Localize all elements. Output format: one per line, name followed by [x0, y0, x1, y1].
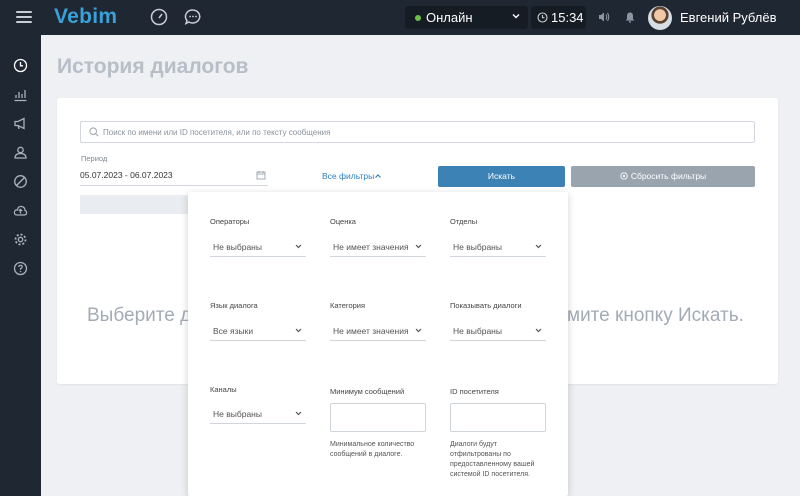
channels-select[interactable]: Не выбраны	[210, 404, 306, 424]
menu-icon[interactable]	[16, 11, 32, 23]
min-messages-input[interactable]	[330, 403, 426, 432]
page-title: История диалогов	[57, 55, 249, 78]
visitor-id-help: Диалоги будут отфильтрованы по предостав…	[450, 441, 535, 478]
empty-state-hint-end: мите кнопку Искать.	[567, 305, 744, 326]
min-messages-help: Минимальное количество сообщений в диало…	[330, 441, 415, 458]
timer-display[interactable]: 15:34	[531, 6, 586, 29]
period-date-range-field[interactable]: 05.07.2023 - 06.07.2023	[80, 166, 268, 186]
calendar-icon[interactable]	[256, 170, 266, 180]
search-button[interactable]: Искать	[438, 166, 565, 187]
bell-icon[interactable]	[624, 11, 636, 23]
help-icon[interactable]	[13, 261, 28, 276]
settings-gear-icon[interactable]	[13, 232, 28, 247]
rating-label: Оценка	[330, 217, 356, 226]
logo[interactable]: Vebim	[54, 5, 117, 29]
category-select[interactable]: Не имеет значения	[330, 321, 426, 341]
departments-label: Отделы	[450, 217, 478, 226]
users-icon[interactable]	[13, 145, 28, 160]
chevron-down-icon	[535, 244, 542, 249]
chat-bubble-icon[interactable]	[184, 8, 202, 26]
megaphone-icon[interactable]	[13, 116, 28, 131]
search-icon	[89, 127, 99, 137]
history-icon[interactable]	[13, 58, 28, 73]
search-input[interactable]	[103, 124, 743, 140]
chevron-down-icon	[295, 328, 302, 333]
empty-state-hint-start: Выберите ди	[87, 305, 202, 326]
cloud-upload-icon[interactable]	[13, 203, 28, 218]
all-filters-panel: Операторы Не выбраны Оценка Не имеет зна…	[188, 192, 568, 496]
channels-label: Каналы	[210, 385, 237, 394]
search-box[interactable]	[80, 121, 755, 143]
chevron-down-icon	[295, 244, 302, 249]
reset-filters-button[interactable]: Сбросить фильтры	[571, 166, 755, 187]
chevron-down-icon	[415, 244, 422, 249]
rating-select[interactable]: Не имеет значения	[330, 237, 426, 257]
placeholder-bar	[80, 195, 188, 214]
visitor-id-label: ID посетителя	[450, 387, 499, 396]
stats-chart-icon[interactable]	[13, 87, 28, 102]
visitor-id-input[interactable]	[450, 403, 546, 432]
chevron-down-icon	[415, 328, 422, 333]
online-dot	[415, 15, 421, 21]
chevron-up-icon	[375, 174, 381, 178]
status-select[interactable]: Онлайн	[405, 6, 528, 29]
sidebar	[0, 35, 41, 496]
operators-select[interactable]: Не выбраны	[210, 237, 306, 257]
period-label: Период	[81, 154, 108, 163]
clock-icon	[537, 12, 548, 23]
dashboard-gauge-icon[interactable]	[150, 8, 168, 26]
top-bar: Vebim Онлайн 15:34 Евгений Рублёв	[0, 0, 800, 35]
departments-select[interactable]: Не выбраны	[450, 237, 546, 257]
chevron-down-icon	[295, 411, 302, 416]
operators-label: Операторы	[210, 217, 250, 226]
ban-icon[interactable]	[13, 174, 28, 189]
reset-icon	[620, 172, 628, 180]
language-select[interactable]: Все языки	[210, 321, 306, 341]
show-dialogs-label: Показывать диалоги	[450, 301, 522, 310]
chevron-down-icon	[535, 328, 542, 333]
user-name[interactable]: Евгений Рублёв	[680, 10, 776, 25]
volume-icon[interactable]	[597, 10, 611, 24]
all-filters-toggle[interactable]: Все фильтры	[322, 171, 381, 181]
chevron-down-icon	[512, 14, 520, 19]
language-label: Язык диалога	[210, 301, 258, 310]
category-label: Категория	[330, 301, 366, 310]
show-dialogs-select[interactable]: Не выбраны	[450, 321, 546, 341]
avatar[interactable]	[648, 6, 672, 30]
min-messages-label: Минимум сообщений	[330, 387, 405, 396]
